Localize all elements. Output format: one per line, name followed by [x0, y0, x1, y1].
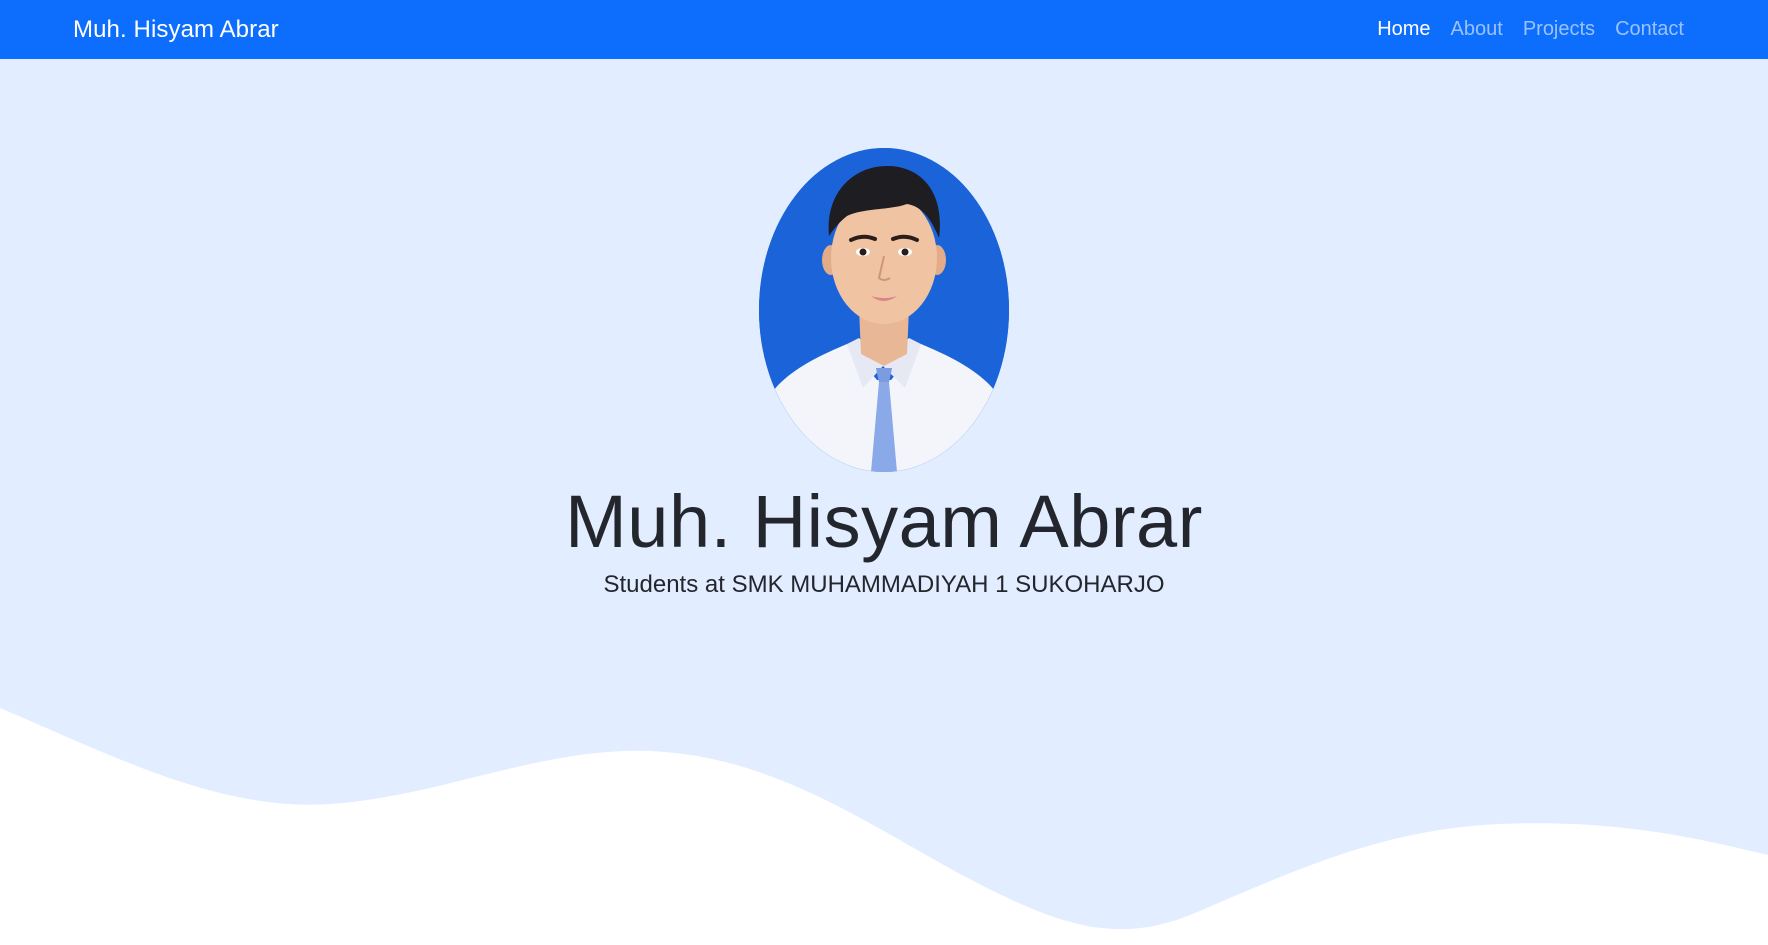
nav-link-contact[interactable]: Contact: [1615, 18, 1684, 41]
hero-name: Muh. Hisyam Abrar: [565, 480, 1203, 563]
hero-section: Muh. Hisyam Abrar Students at SMK MUHAMM…: [0, 59, 1768, 945]
nav-link-about[interactable]: About: [1451, 18, 1503, 41]
nav-link-home[interactable]: Home: [1377, 18, 1430, 41]
navbar-brand[interactable]: Muh. Hisyam Abrar: [73, 16, 279, 44]
profile-photo: [759, 148, 1009, 472]
hero-subtitle: Students at SMK MUHAMMADIYAH 1 SUKOHARJO: [603, 571, 1165, 598]
navbar: Muh. Hisyam Abrar Home About Projects Co…: [0, 0, 1768, 59]
nav-link-projects[interactable]: Projects: [1523, 18, 1595, 41]
nav-links: Home About Projects Contact: [1377, 18, 1684, 41]
